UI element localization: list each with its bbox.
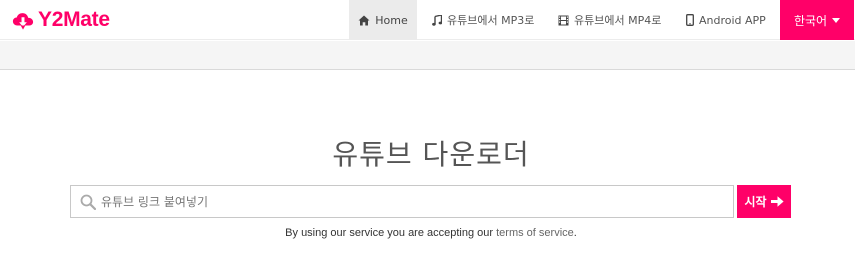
start-button-label: 시작 — [744, 195, 767, 209]
nav-item-mp3[interactable]: 유튜브에서 MP3로 — [432, 0, 534, 40]
mobile-phone-icon — [686, 14, 694, 26]
arrow-right-icon — [770, 196, 784, 207]
cloud-download-icon — [12, 13, 34, 30]
terms-notice: By using our service you are accepting o… — [0, 227, 855, 239]
brand-logo[interactable]: Y2Mate — [12, 8, 110, 32]
terms-of-service-link[interactable]: terms of service — [496, 227, 574, 239]
search-input[interactable] — [101, 186, 729, 217]
search-box — [70, 185, 734, 218]
nav-item-android-app[interactable]: Android APP — [686, 0, 766, 40]
home-icon — [358, 15, 370, 25]
nav-item-label: 유튜브에서 MP4로 — [574, 14, 662, 27]
sub-header-bar — [0, 41, 855, 70]
nav-item-label: Android APP — [699, 13, 766, 27]
nav-item-label: Home — [375, 13, 408, 27]
caret-down-icon — [832, 17, 841, 23]
terms-prefix: By using our service you are accepting o… — [285, 227, 497, 239]
nav-item-home[interactable]: Home — [349, 0, 417, 40]
music-note-icon — [432, 14, 442, 26]
language-dropdown[interactable]: 한국어 — [780, 0, 854, 40]
top-navbar: Y2Mate Home 유튜브에서 MP3로 유튜브에서 MP4로 Androi… — [0, 0, 855, 40]
search-icon — [80, 194, 96, 210]
terms-suffix: . — [573, 227, 577, 239]
language-label: 한국어 — [793, 13, 828, 28]
brand-name: Y2Mate — [38, 8, 110, 31]
nav-item-label: 유튜브에서 MP3로 — [447, 14, 535, 27]
nav-item-mp4[interactable]: 유튜브에서 MP4로 — [558, 0, 661, 40]
start-button[interactable]: 시작 — [737, 185, 791, 218]
film-icon — [558, 15, 569, 25]
page-title: 유튜브 다운로더 — [332, 138, 530, 171]
